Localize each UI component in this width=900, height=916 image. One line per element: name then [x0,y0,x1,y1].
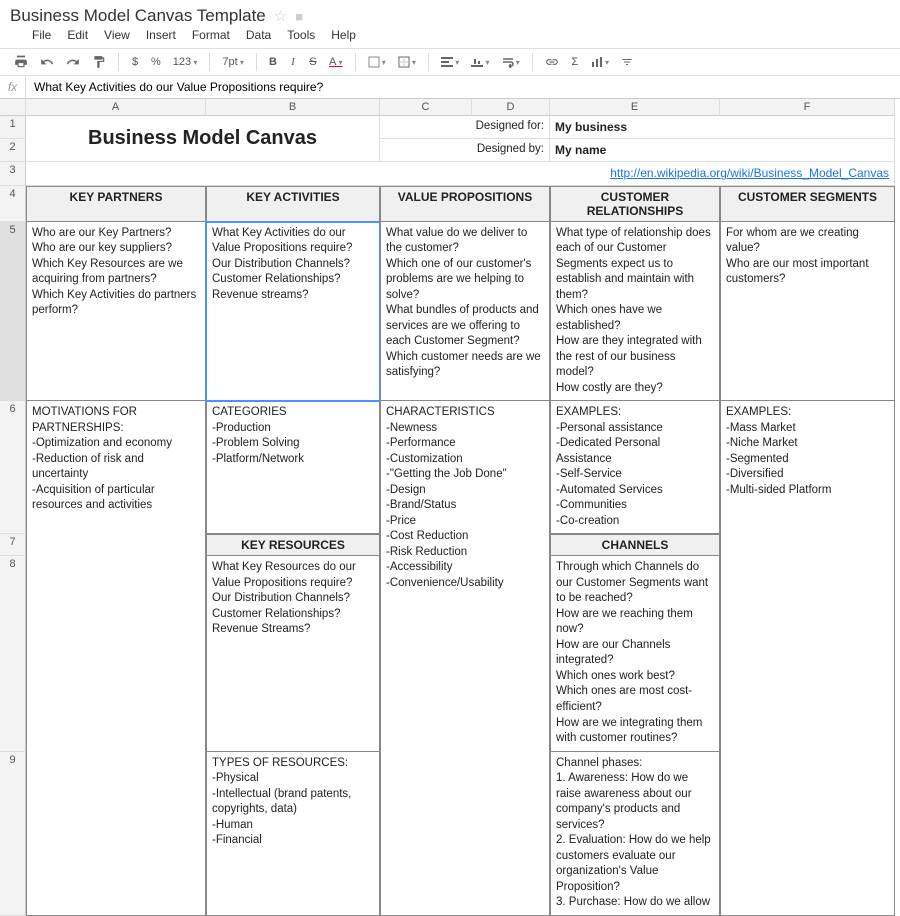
designed-for-label[interactable]: Designed for: [380,116,550,139]
vp-questions[interactable]: What value do we deliver to the customer… [380,222,550,402]
ka-header[interactable]: KEY ACTIVITIES [206,186,380,222]
italic-button[interactable]: I [285,54,301,70]
fill-color-dropdown[interactable] [364,54,390,70]
formula-input[interactable] [26,76,900,98]
number-format-dropdown[interactable]: 123 [169,54,202,70]
cr-header[interactable]: CUSTOMER RELATIONSHIPS [550,186,720,222]
designed-for-value[interactable]: My business [550,116,895,139]
h-align-dropdown[interactable] [437,54,463,70]
col-header-b[interactable]: B [206,99,380,116]
cs-questions[interactable]: For whom are we creating value? Who are … [720,222,895,402]
undo-icon[interactable] [36,53,58,71]
row-header-3[interactable]: 3 [0,162,26,185]
ka-sub[interactable]: CATEGORIES -Production -Problem Solving … [206,401,380,534]
menu-view[interactable]: View [104,28,130,42]
row-header-2[interactable]: 2 [0,139,26,162]
menu-tools[interactable]: Tools [287,28,315,42]
menu-bar: File Edit View Insert Format Data Tools … [0,28,900,48]
separator [355,53,356,71]
wrap-dropdown[interactable] [498,54,524,70]
functions-icon[interactable]: Σ [567,54,583,70]
row-header-5[interactable]: 5 [0,222,26,402]
fx-label: fx [0,76,26,98]
designed-by-value[interactable]: My name [550,139,895,162]
col-header-d[interactable]: D [472,99,550,116]
folder-icon[interactable]: ■ [295,9,303,24]
borders-dropdown[interactable] [394,54,420,70]
kp-header[interactable]: KEY PARTNERS [26,186,206,222]
formula-bar: fx [0,76,900,99]
v-align-dropdown[interactable] [467,54,493,70]
doc-title[interactable]: Business Model Canvas Template [10,6,266,26]
separator [428,53,429,71]
insert-link-icon[interactable] [541,53,563,71]
vp-header[interactable]: VALUE PROPOSITIONS [380,186,550,222]
font-size-dropdown[interactable]: 7pt [218,54,248,70]
paint-format-icon[interactable] [88,53,110,71]
kp-sub[interactable]: MOTIVATIONS FOR PARTNERSHIPS: -Optimizat… [26,401,206,915]
separator [118,53,119,71]
row-header-1[interactable]: 1 [0,116,26,139]
menu-insert[interactable]: Insert [146,28,176,42]
insert-chart-icon[interactable] [587,54,613,70]
ch-questions[interactable]: Through which Channels do our Customer S… [550,556,720,751]
strike-button[interactable]: S [305,54,321,70]
cs-header[interactable]: CUSTOMER SEGMENTS [720,186,895,222]
col-header-c[interactable]: C [380,99,472,116]
filter-icon[interactable] [617,54,637,70]
kr-header[interactable]: KEY RESOURCES [206,534,380,556]
kr-questions[interactable]: What Key Resources do our Value Proposit… [206,556,380,751]
menu-file[interactable]: File [32,28,51,42]
row-header-7[interactable]: 7 [0,534,26,556]
ch-sub[interactable]: Channel phases: 1. Awareness: How do we … [550,752,720,916]
cr-sub[interactable]: EXAMPLES: -Personal assistance -Dedicate… [550,401,720,534]
star-icon[interactable]: ☆ [274,7,287,25]
title-bar: Business Model Canvas Template ☆ ■ [0,0,900,28]
currency-button[interactable]: $ [127,54,143,70]
separator [209,53,210,71]
print-icon[interactable] [10,53,32,71]
canvas-title-cell[interactable]: Business Model Canvas [26,116,380,162]
row-header-8[interactable]: 8 [0,556,26,751]
ch-header[interactable]: CHANNELS [550,534,720,556]
col-header-e[interactable]: E [550,99,720,116]
cs-sub[interactable]: EXAMPLES: -Mass Market -Niche Market -Se… [720,401,895,915]
col-header-f[interactable]: F [720,99,895,116]
menu-edit[interactable]: Edit [67,28,88,42]
kp-questions[interactable]: Who are our Key Partners? Who are our ke… [26,222,206,402]
bold-button[interactable]: B [265,54,281,70]
designed-by-label[interactable]: Designed by: [380,139,550,162]
percent-button[interactable]: % [147,54,165,70]
row-header-9[interactable]: 9 [0,752,26,916]
menu-help[interactable]: Help [331,28,356,42]
vp-sub[interactable]: CHARACTERISTICS -Newness -Performance -C… [380,401,550,915]
select-all-corner[interactable] [0,99,26,116]
redo-icon[interactable] [62,53,84,71]
text-color-dropdown[interactable]: A [325,54,347,70]
row-header-4[interactable]: 4 [0,186,26,222]
wiki-link[interactable]: http://en.wikipedia.org/wiki/Business_Mo… [26,162,895,185]
row-header-6[interactable]: 6 [0,401,26,534]
ka-questions[interactable]: What Key Activities do our Value Proposi… [206,222,380,402]
menu-data[interactable]: Data [246,28,271,42]
kr-sub[interactable]: TYPES OF RESOURCES: -Physical -Intellect… [206,752,380,916]
separator [532,53,533,71]
cr-questions[interactable]: What type of relationship does each of o… [550,222,720,402]
col-header-a[interactable]: A [26,99,206,116]
toolbar: $ % 123 7pt B I S A Σ [0,48,900,76]
menu-format[interactable]: Format [192,28,230,42]
separator [256,53,257,71]
spreadsheet-grid: A B C D E F 1 Business Model Canvas Desi… [0,99,900,916]
